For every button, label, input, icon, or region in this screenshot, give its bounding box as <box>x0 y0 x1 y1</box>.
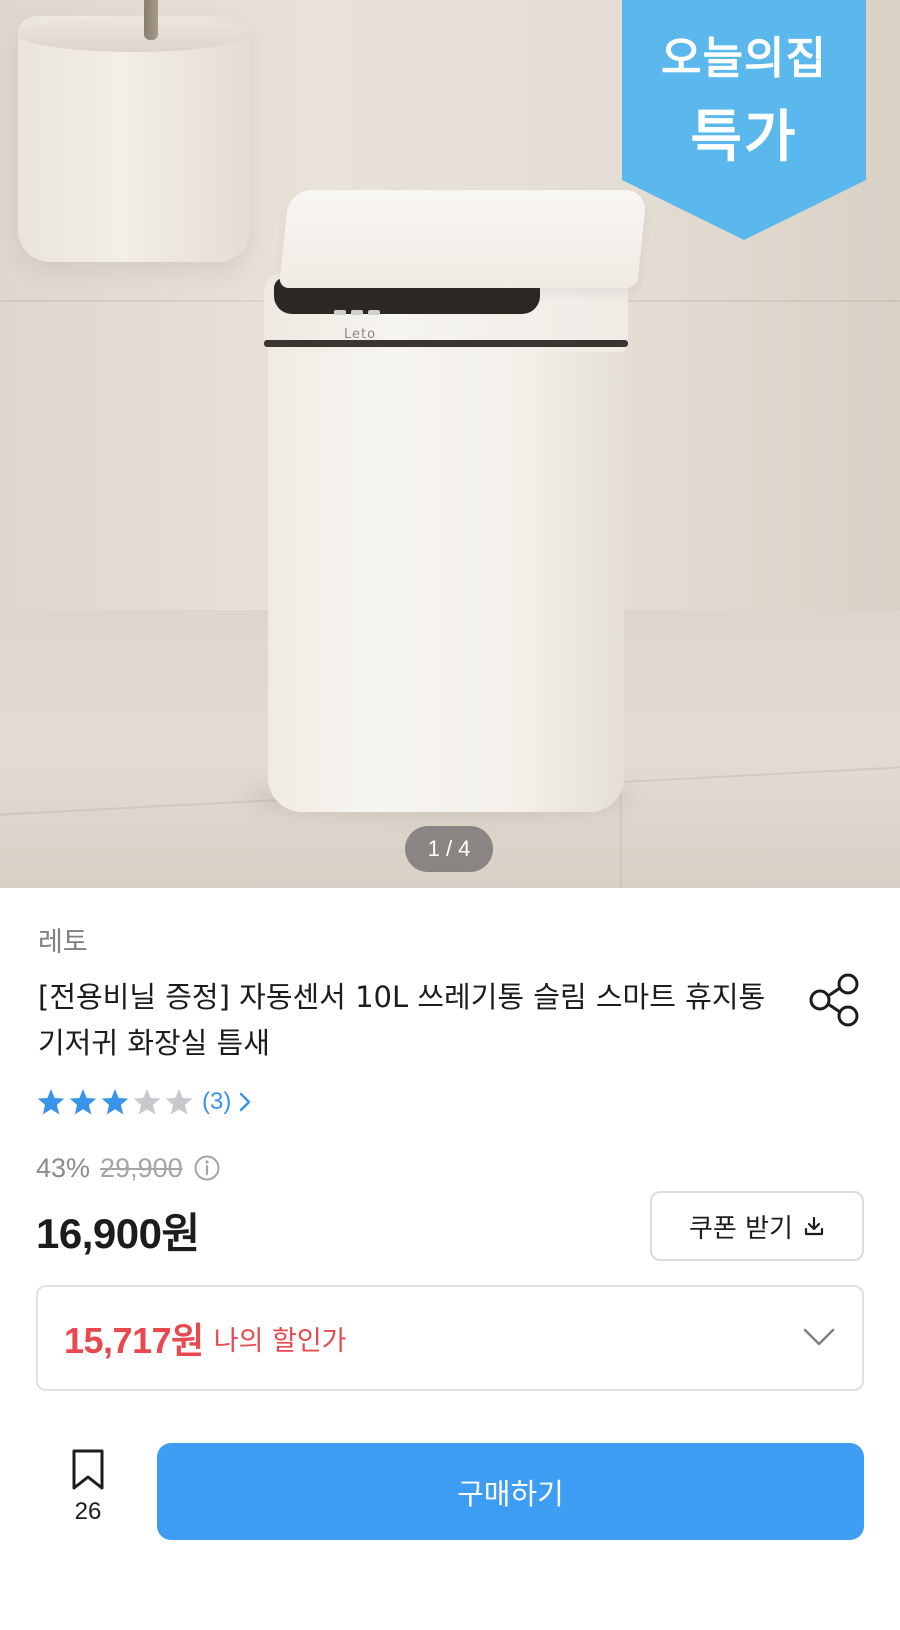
original-price: 29,900 <box>100 1152 183 1183</box>
discount-row: 43% 29,900 <box>36 1150 221 1186</box>
trash-bin-stripe <box>264 340 628 347</box>
sale-price: 16,900원 <box>36 1210 200 1257</box>
product-title: [전용비닐 증정] 자동센서 10L 쓰레기통 슬림 스마트 휴지통 기저귀 화… <box>38 980 766 1060</box>
star-rating-icons <box>37 1089 193 1115</box>
my-discount-price-label: 나의 할인가 <box>213 1325 347 1357</box>
chevron-right-icon[interactable] <box>237 1091 253 1113</box>
star-icon <box>101 1089 129 1115</box>
brand-name[interactable]: 레토 <box>38 920 88 959</box>
image-pager-indicator: 1 / 4 <box>405 826 493 872</box>
download-icon <box>803 1215 825 1237</box>
share-icon <box>809 973 859 1027</box>
bookmark-button[interactable]: 26 <box>56 1448 120 1538</box>
plant-stem <box>144 0 158 40</box>
star-icon <box>133 1089 161 1115</box>
coupon-button-label: 쿠폰 받기 <box>689 1213 793 1244</box>
info-icon[interactable] <box>193 1154 221 1182</box>
my-discount-price-panel[interactable]: 15,717원 나의 할인가 <box>36 1285 864 1391</box>
planter-rim <box>18 16 250 52</box>
product-logo: Leto <box>344 327 377 342</box>
bookmark-icon <box>68 1448 108 1492</box>
chevron-down-icon[interactable] <box>802 1325 836 1349</box>
share-button[interactable] <box>808 972 862 1028</box>
trash-bin-lid <box>278 190 648 288</box>
planter-pot <box>18 0 250 262</box>
coupon-download-button[interactable]: 쿠폰 받기 <box>650 1191 864 1261</box>
trash-bin-body <box>268 332 624 812</box>
star-icon <box>69 1089 97 1115</box>
buy-button[interactable]: 구매하기 <box>157 1443 864 1540</box>
rating-row[interactable]: (3) <box>36 1085 253 1119</box>
star-icon <box>165 1089 193 1115</box>
trash-bin-indicator-lights <box>334 300 414 315</box>
review-count[interactable]: (3) <box>202 1088 231 1116</box>
star-icon <box>37 1089 65 1115</box>
discount-percent: 43% <box>36 1152 91 1183</box>
my-discount-price: 15,717원 <box>64 1320 204 1361</box>
bookmark-count: 26 <box>74 1498 102 1525</box>
star-rating <box>36 1087 194 1117</box>
promo-ribbon-line1: 오늘의집 <box>661 33 827 84</box>
promo-ribbon-line2: 특가 <box>690 105 798 170</box>
